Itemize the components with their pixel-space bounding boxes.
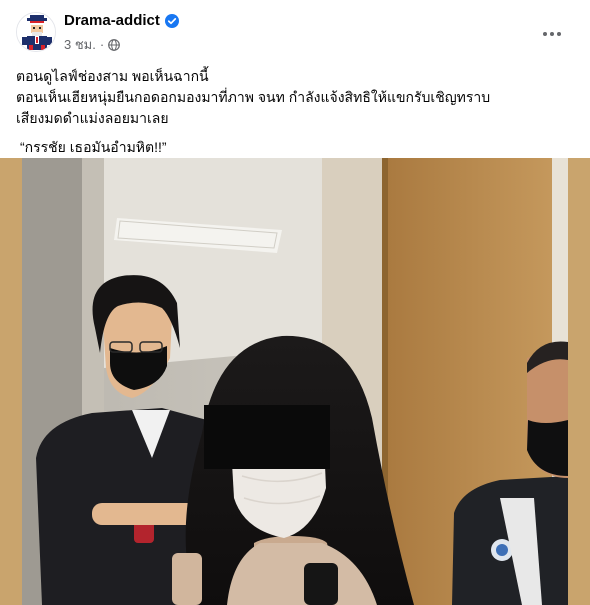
- page-name-row: Drama-addict: [64, 12, 179, 29]
- post-timestamp[interactable]: 3 ชม.: [64, 34, 96, 55]
- photo-image: [22, 158, 568, 605]
- meta-separator: ·: [99, 37, 105, 52]
- page-avatar[interactable]: [16, 12, 56, 52]
- post-photo[interactable]: [0, 158, 590, 605]
- post-text: ตอนดูไลฟ์ช่องสาม พอเห็นฉากนี้ ตอนเห็นเฮี…: [16, 66, 574, 158]
- page-name[interactable]: Drama-addict: [64, 12, 160, 29]
- globe-icon[interactable]: [108, 38, 121, 51]
- more-options-button[interactable]: [540, 22, 564, 46]
- post-quote: “กรรชัย เธอมันอำมหิต!!”: [20, 139, 167, 155]
- censor-bar: [204, 405, 330, 469]
- post-line: ตอนเห็นเฮียหนุ่มยืนกอดอกมองมาที่ภาพ จนท …: [16, 89, 491, 105]
- more-dot: [543, 32, 547, 36]
- post-line: เสียงมดดำแม่งลอยมาเลย: [16, 110, 169, 126]
- verified-badge-icon: [164, 13, 179, 28]
- more-dot: [557, 32, 561, 36]
- post-line: ตอนดูไลฟ์ช่องสาม พอเห็นฉากนี้: [16, 68, 209, 84]
- facebook-post: Drama-addict 3 ชม. · ตอนดูไลฟ์ช่องสาม พอ…: [0, 0, 590, 605]
- uncle-sam-avatar-icon: [17, 13, 55, 51]
- more-dot: [550, 32, 554, 36]
- post-header: Drama-addict 3 ชม. ·: [12, 10, 578, 58]
- post-meta: 3 ชม. ·: [64, 34, 121, 55]
